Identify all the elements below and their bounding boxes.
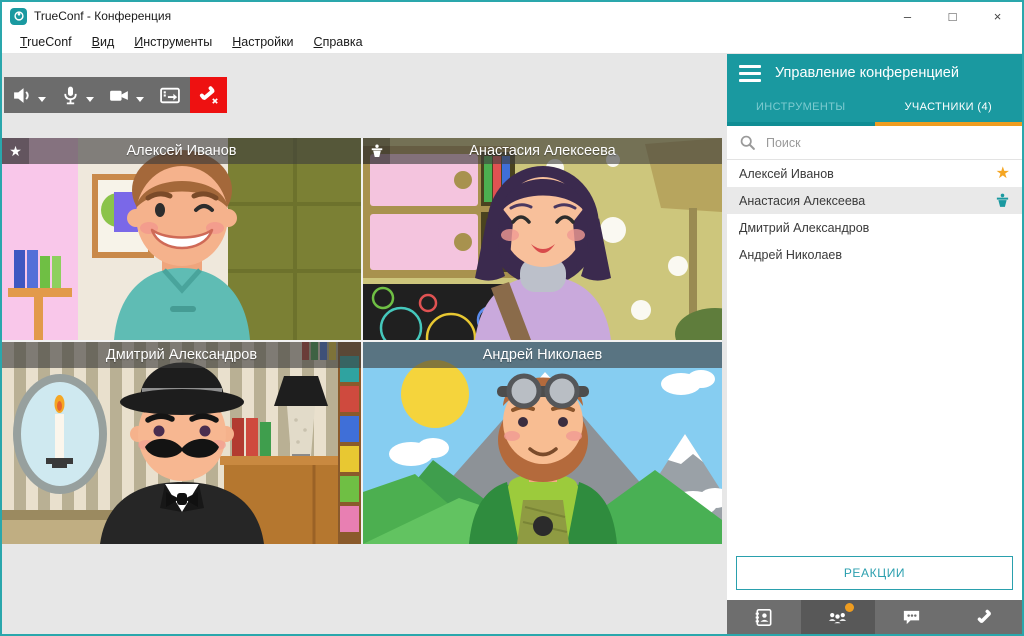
camera-button[interactable]: [100, 77, 150, 113]
hamburger-icon[interactable]: [739, 65, 761, 82]
maximize-button[interactable]: □: [930, 2, 975, 30]
video-feed-andrey: [363, 342, 722, 544]
menu-trueconf[interactable]: TrueConf: [10, 35, 82, 49]
participant-row-alexey[interactable]: Алексей Иванов ★: [727, 160, 1022, 187]
star-icon: ★: [996, 166, 1010, 182]
conference-tab[interactable]: [801, 600, 875, 634]
sidebar-bottom-bar: [727, 600, 1022, 634]
hangup-icon: [197, 83, 221, 107]
dial-icon: [975, 607, 996, 628]
close-button[interactable]: ×: [975, 2, 1020, 30]
participant-row-anastasia[interactable]: Анастасия Алексеева: [727, 187, 1022, 214]
video-feed-alexey: [2, 138, 361, 340]
window-title: TrueConf - Конференция: [34, 9, 885, 23]
microphone-button[interactable]: [52, 77, 100, 113]
video-tile-alexey[interactable]: ★ Алексей Иванов: [2, 138, 361, 340]
address-book-icon: [753, 607, 774, 628]
menu-help[interactable]: Справка: [304, 35, 373, 49]
participant-list: Алексей Иванов ★ Анастасия Алексеева Дми…: [727, 160, 1022, 268]
tile-participant-name: Дмитрий Александров: [2, 347, 361, 363]
chat-tab[interactable]: [875, 600, 949, 634]
minimize-button[interactable]: –: [885, 2, 930, 30]
av-toolbar: [4, 77, 227, 113]
speaker-icon: [12, 85, 33, 106]
video-tile-anastasia[interactable]: Анастасия Алексеева: [363, 138, 722, 340]
tile-name-bar: ★ Алексей Иванов: [2, 138, 361, 164]
tile-name-bar: Анастасия Алексеева: [363, 138, 722, 164]
app-window: TrueConf - Конференция – □ × TrueConf Ви…: [0, 0, 1024, 636]
tile-name-bar: Дмитрий Александров: [2, 342, 361, 368]
chat-icon: [901, 607, 922, 628]
menu-tools[interactable]: Инструменты: [124, 35, 222, 49]
tile-participant-name: Андрей Николаев: [363, 347, 722, 363]
notification-dot: [845, 603, 854, 612]
reactions-button[interactable]: РЕАКЦИИ: [736, 556, 1013, 590]
tab-tools[interactable]: ИНСТРУМЕНТЫ: [727, 92, 875, 126]
main-area: ★ Алексей Иванов: [2, 54, 727, 634]
camera-icon: [108, 85, 131, 106]
tab-participants[interactable]: УЧАСТНИКИ (4): [875, 92, 1023, 126]
dial-tab[interactable]: [948, 600, 1022, 634]
sidebar-tabs: ИНСТРУМЕНТЫ УЧАСТНИКИ (4): [727, 92, 1022, 126]
microphone-caret-icon[interactable]: [86, 97, 94, 102]
speaker-button[interactable]: [4, 77, 52, 113]
hangup-button[interactable]: [190, 77, 227, 113]
sidebar-header: Управление конференцией: [727, 54, 1022, 92]
sidebar-spacer: [727, 268, 1022, 556]
menubar: TrueConf Вид Инструменты Настройки Справ…: [2, 30, 1022, 54]
app-logo-icon: [10, 8, 27, 25]
participant-row-andrey[interactable]: Андрей Николаев: [727, 241, 1022, 268]
podium-icon: [995, 193, 1010, 208]
camera-caret-icon[interactable]: [136, 97, 144, 102]
video-feed-dmitry: [2, 342, 361, 544]
address-book-tab[interactable]: [727, 600, 801, 634]
conference-sidebar: Управление конференцией ИНСТРУМЕНТЫ УЧАС…: [727, 54, 1022, 634]
tile-name-bar: Андрей Николаев: [363, 342, 722, 368]
screen-share-button[interactable]: [150, 77, 190, 113]
screen-share-icon: [158, 85, 182, 106]
search-row: [727, 126, 1022, 160]
mic-icon: [60, 85, 81, 106]
video-grid: ★ Алексей Иванов: [2, 138, 722, 544]
video-tile-andrey[interactable]: Андрей Николаев: [363, 342, 722, 544]
menu-view[interactable]: Вид: [82, 35, 125, 49]
speaker-caret-icon[interactable]: [38, 97, 46, 102]
tile-participant-name: Анастасия Алексеева: [363, 143, 722, 159]
video-feed-anastasia: [363, 138, 722, 340]
titlebar: TrueConf - Конференция – □ ×: [2, 2, 1022, 30]
video-tile-dmitry[interactable]: Дмитрий Александров: [2, 342, 361, 544]
sidebar-title: Управление конференцией: [775, 65, 959, 81]
menu-settings[interactable]: Настройки: [222, 35, 303, 49]
search-input[interactable]: [766, 136, 1010, 150]
participant-row-dmitry[interactable]: Дмитрий Александров: [727, 214, 1022, 241]
tile-participant-name: Алексей Иванов: [2, 143, 361, 159]
search-icon: [739, 134, 756, 151]
